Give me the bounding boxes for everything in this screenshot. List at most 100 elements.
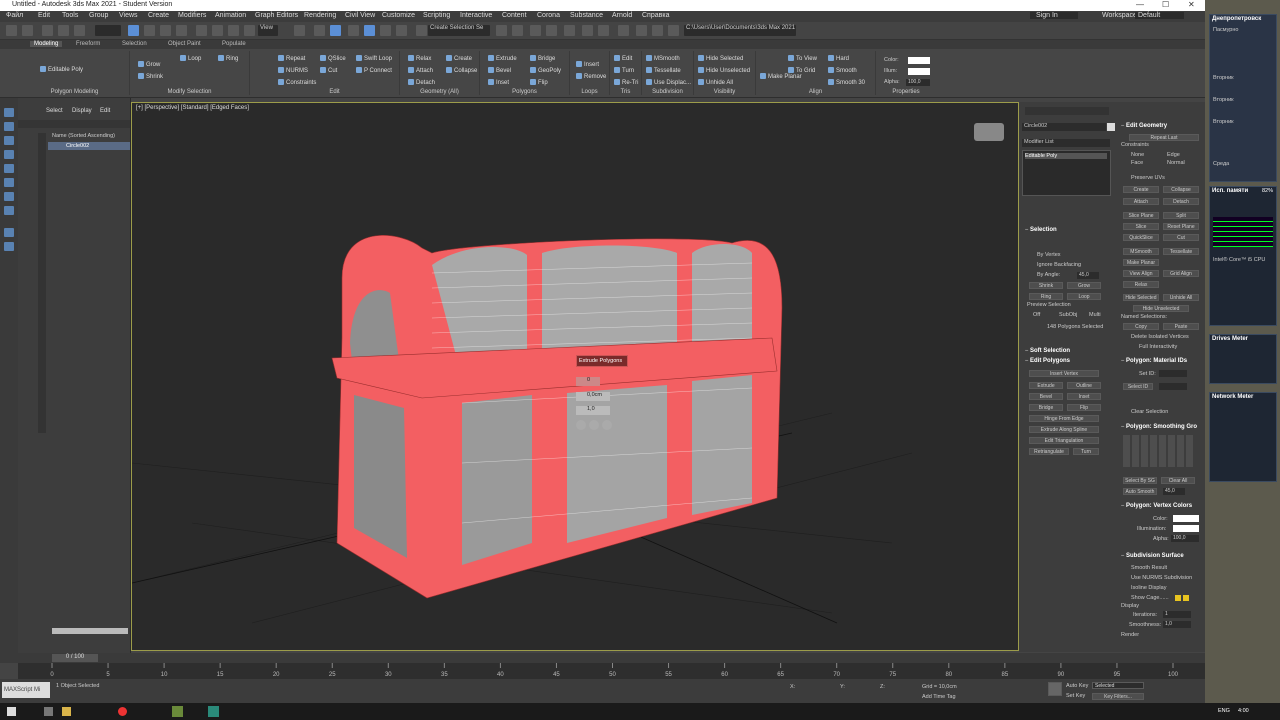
detach-geo-button[interactable]: Detach xyxy=(1163,198,1199,205)
quickslice-button[interactable]: QuickSlice xyxy=(1123,234,1159,241)
to-view-button[interactable]: To View xyxy=(788,55,817,62)
repeat-button[interactable]: Repeat xyxy=(278,55,305,62)
vc-color-swatch[interactable] xyxy=(1173,515,1199,522)
caddy-height-field[interactable]: 0,0cm xyxy=(576,392,610,401)
material-ids-rollout[interactable]: Polygon: Material IDs xyxy=(1121,358,1187,364)
slice-plane-button[interactable]: Slice Plane xyxy=(1123,212,1159,219)
schematic-view-icon[interactable] xyxy=(598,25,609,36)
cage-color-2[interactable] xyxy=(1183,595,1189,601)
mirror-icon[interactable] xyxy=(496,25,507,36)
bridge-button[interactable]: Bridge xyxy=(530,55,555,62)
explorer-icon[interactable] xyxy=(62,707,71,716)
key-mode-dropdown[interactable]: Selected xyxy=(1092,682,1144,689)
workspaces-dropdown[interactable]: Default xyxy=(1135,12,1185,19)
minimize-icon[interactable]: — xyxy=(1136,0,1144,9)
command-panel-tabs[interactable] xyxy=(1025,107,1109,115)
alpha-spinner[interactable]: 100,0 xyxy=(906,79,930,86)
full-interactivity-checkbox[interactable]: Full Interactivity xyxy=(1139,344,1177,350)
menu-create[interactable]: Create xyxy=(148,12,169,19)
helpers-icon[interactable] xyxy=(4,178,14,187)
auto-key-button[interactable]: Auto Key xyxy=(1066,683,1088,689)
smooth-button[interactable]: Smooth xyxy=(828,67,857,74)
insert-vertex-button[interactable]: Insert Vertex xyxy=(1029,370,1099,377)
pivot-icon[interactable] xyxy=(294,25,305,36)
bevel-button[interactable]: Bevel xyxy=(488,67,511,74)
unlink-icon[interactable] xyxy=(58,25,69,36)
placement-icon[interactable] xyxy=(244,25,255,36)
menu-rendering[interactable]: Rendering xyxy=(304,12,336,19)
properties-label[interactable]: Properties xyxy=(876,89,936,95)
snap-icon[interactable] xyxy=(348,25,359,36)
iterations-spinner[interactable]: 1 xyxy=(1163,611,1191,618)
attach-button[interactable]: Attach xyxy=(408,67,433,74)
show-cage-checkbox[interactable]: Show Cage...... xyxy=(1131,595,1169,601)
relax-button[interactable]: Relax xyxy=(408,55,431,62)
sign-in-button[interactable]: Sign In xyxy=(1030,12,1078,19)
maxscript-listener[interactable]: MAXScript Mi xyxy=(2,682,50,698)
extrude-poly-button[interactable]: Extrude xyxy=(1029,382,1063,389)
loop-button[interactable]: Loop xyxy=(180,55,201,62)
flip-button[interactable]: Flip xyxy=(530,79,548,86)
task-view-icon[interactable] xyxy=(44,707,53,716)
scene-tab-edit[interactable]: Edit xyxy=(100,108,110,114)
remove-button[interactable]: Remove xyxy=(576,73,606,80)
bridge-poly-button[interactable]: Bridge xyxy=(1029,404,1063,411)
start-icon[interactable] xyxy=(7,707,16,716)
polygon-modeling-label[interactable]: Polygon Modeling xyxy=(20,89,129,95)
menu-group[interactable]: Group xyxy=(89,12,108,19)
make-planar-geo-button[interactable]: Make Planar xyxy=(1123,259,1159,266)
split-button[interactable]: Split xyxy=(1163,212,1199,219)
edit-triangulation-button[interactable]: Edit Triangulation xyxy=(1029,437,1099,444)
viewcube-icon[interactable] xyxy=(974,123,1004,141)
lights-icon[interactable] xyxy=(4,150,14,159)
msmooth-button[interactable]: MSmooth xyxy=(646,55,680,62)
layer-icon[interactable] xyxy=(4,228,14,237)
tab-modeling[interactable]: Modeling xyxy=(30,41,63,47)
slice-button[interactable]: Slice xyxy=(1123,223,1159,230)
subdivision-surface-rollout[interactable]: Subdivision Surface xyxy=(1121,553,1184,559)
create-button[interactable]: Create xyxy=(446,55,472,62)
render-setup-icon[interactable] xyxy=(636,25,647,36)
select-manipulate-icon[interactable] xyxy=(314,25,325,36)
rect-selection-icon[interactable] xyxy=(160,25,171,36)
select-id-button[interactable]: Select ID xyxy=(1123,383,1153,390)
soft-selection-rollout[interactable]: Soft Selection xyxy=(1025,348,1070,354)
smooth-30-button[interactable]: Smooth 30 xyxy=(828,79,865,86)
cut-geo-button[interactable]: Cut xyxy=(1163,234,1199,241)
viewport-perspective[interactable]: [+] [Perspective] [Standard] [Edged Face… xyxy=(131,102,1019,651)
hide-unselected-button[interactable]: Hide Unselected xyxy=(698,67,750,74)
outline-button[interactable]: Outline xyxy=(1067,382,1101,389)
attach-geo-button[interactable]: Attach xyxy=(1123,198,1159,205)
shrink-button[interactable]: Shrink xyxy=(138,73,163,80)
network-meter-gadget[interactable]: Network Meter xyxy=(1209,392,1277,482)
cage-color-1[interactable] xyxy=(1175,595,1181,601)
copy-button[interactable]: Copy xyxy=(1123,323,1159,330)
constraint-edge-radio[interactable]: Edge xyxy=(1167,152,1180,158)
swift-loop-button[interactable]: Swift Loop xyxy=(356,55,392,62)
isoline-display-checkbox[interactable]: Isoline Display xyxy=(1131,585,1166,591)
angle-snap-icon[interactable] xyxy=(364,25,375,36)
select-by-sg-button[interactable]: Select By SG xyxy=(1123,477,1157,484)
modify-selection-label[interactable]: Modify Selection xyxy=(130,89,249,95)
key-filters-button[interactable]: Key Filters... xyxy=(1092,693,1144,700)
inset-poly-button[interactable]: Inset xyxy=(1067,393,1101,400)
align-label[interactable]: Align xyxy=(756,89,875,95)
ignore-backfacing-checkbox[interactable]: Ignore Backfacing xyxy=(1037,262,1081,268)
msmooth-geo-button[interactable]: MSmooth xyxy=(1123,248,1159,255)
reset-plane-button[interactable]: Reset Plane xyxy=(1163,223,1199,230)
repeat-last-button[interactable]: Repeat Last xyxy=(1129,134,1199,141)
menu-arnold[interactable]: Arnold xyxy=(612,12,632,19)
redo-icon[interactable] xyxy=(22,25,33,36)
smoothness-spinner[interactable]: 1,0 xyxy=(1163,621,1191,628)
preview-multi-radio[interactable]: Multi xyxy=(1089,312,1101,318)
menu-content[interactable]: Content xyxy=(502,12,527,19)
constraint-normal-radio[interactable]: Normal xyxy=(1167,160,1185,166)
menu-civil-view[interactable]: Civil View xyxy=(345,12,375,19)
visibility-label[interactable]: Visibility xyxy=(694,89,755,95)
geopoly-button[interactable]: GeoPoly xyxy=(530,67,561,74)
ring-button[interactable]: Ring xyxy=(218,55,238,62)
menu-customize[interactable]: Customize xyxy=(382,12,415,19)
hinge-from-edge-button[interactable]: Hinge From Edge xyxy=(1029,415,1099,422)
tab-object-paint[interactable]: Object Paint xyxy=(168,41,201,47)
bind-spacewarp-icon[interactable] xyxy=(74,25,85,36)
